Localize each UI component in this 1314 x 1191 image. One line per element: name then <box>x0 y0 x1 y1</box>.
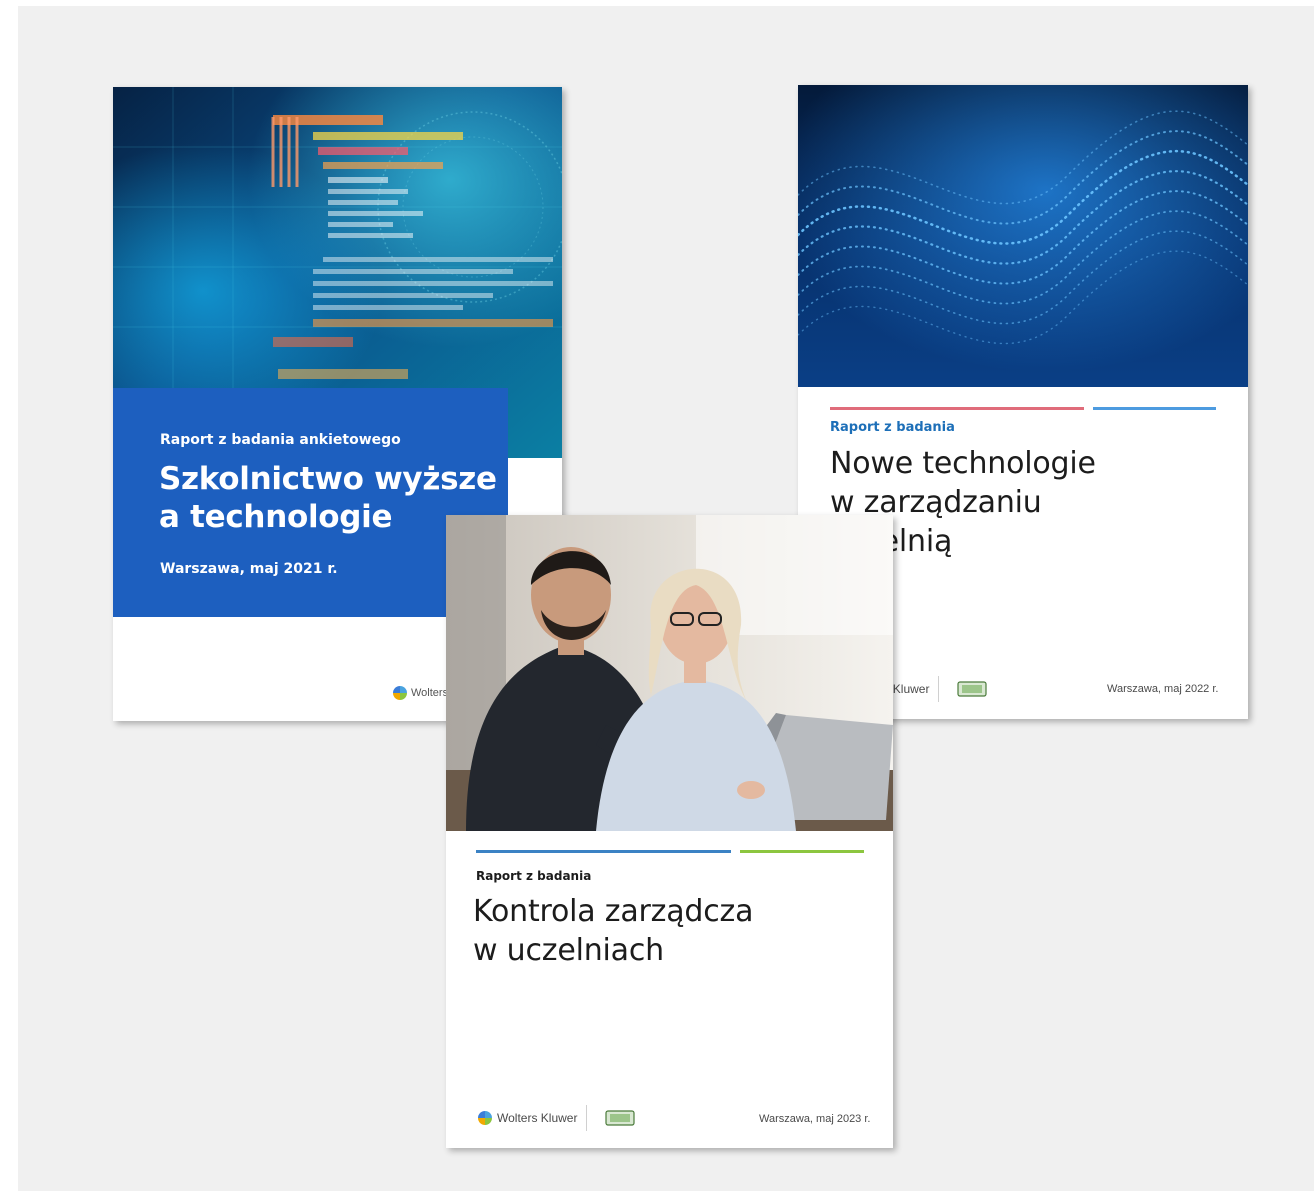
cover-title-line: w uczelniach <box>473 933 664 968</box>
cover-title: Kontrola zarządcza w uczelniach <box>473 892 753 970</box>
publisher-logo: Wolters Kluwer <box>478 1111 577 1125</box>
cover-title-line: Szkolnictwo wyższe <box>159 461 497 497</box>
cover-photo-people-laptop <box>446 515 893 831</box>
cover-eyebrow: Raport z badania <box>830 420 955 435</box>
accent-rule-blue <box>1093 407 1216 410</box>
cover-date: Warszawa, maj 2021 r. <box>160 561 338 577</box>
report-cover-2023: Raport z badania Kontrola zarządcza w uc… <box>446 515 893 1148</box>
cover-title-line: Kontrola zarządcza <box>473 894 754 929</box>
footer-separator <box>938 676 939 702</box>
publisher-logo-text: Wolters Kluwer <box>497 1111 578 1125</box>
cover-title-line: Nowe technologie <box>830 446 1096 481</box>
footer-separator <box>586 1105 587 1131</box>
accent-rule-blue <box>476 850 731 853</box>
cover-eyebrow: Raport z badania ankietowego <box>160 432 401 448</box>
wolters-kluwer-globe-icon <box>393 686 407 700</box>
accent-rule-green <box>740 850 864 853</box>
partner-badge-icon <box>605 1110 635 1126</box>
cover-photo-particle-wave <box>798 85 1248 387</box>
wolters-kluwer-globe-icon <box>478 1111 492 1125</box>
cover-date: Warszawa, maj 2022 r. <box>1107 683 1219 695</box>
cover-date: Warszawa, maj 2023 r. <box>759 1113 871 1125</box>
partner-badge-icon <box>957 681 987 697</box>
cover-eyebrow: Raport z badania <box>476 869 592 883</box>
accent-rule-red <box>830 407 1084 410</box>
